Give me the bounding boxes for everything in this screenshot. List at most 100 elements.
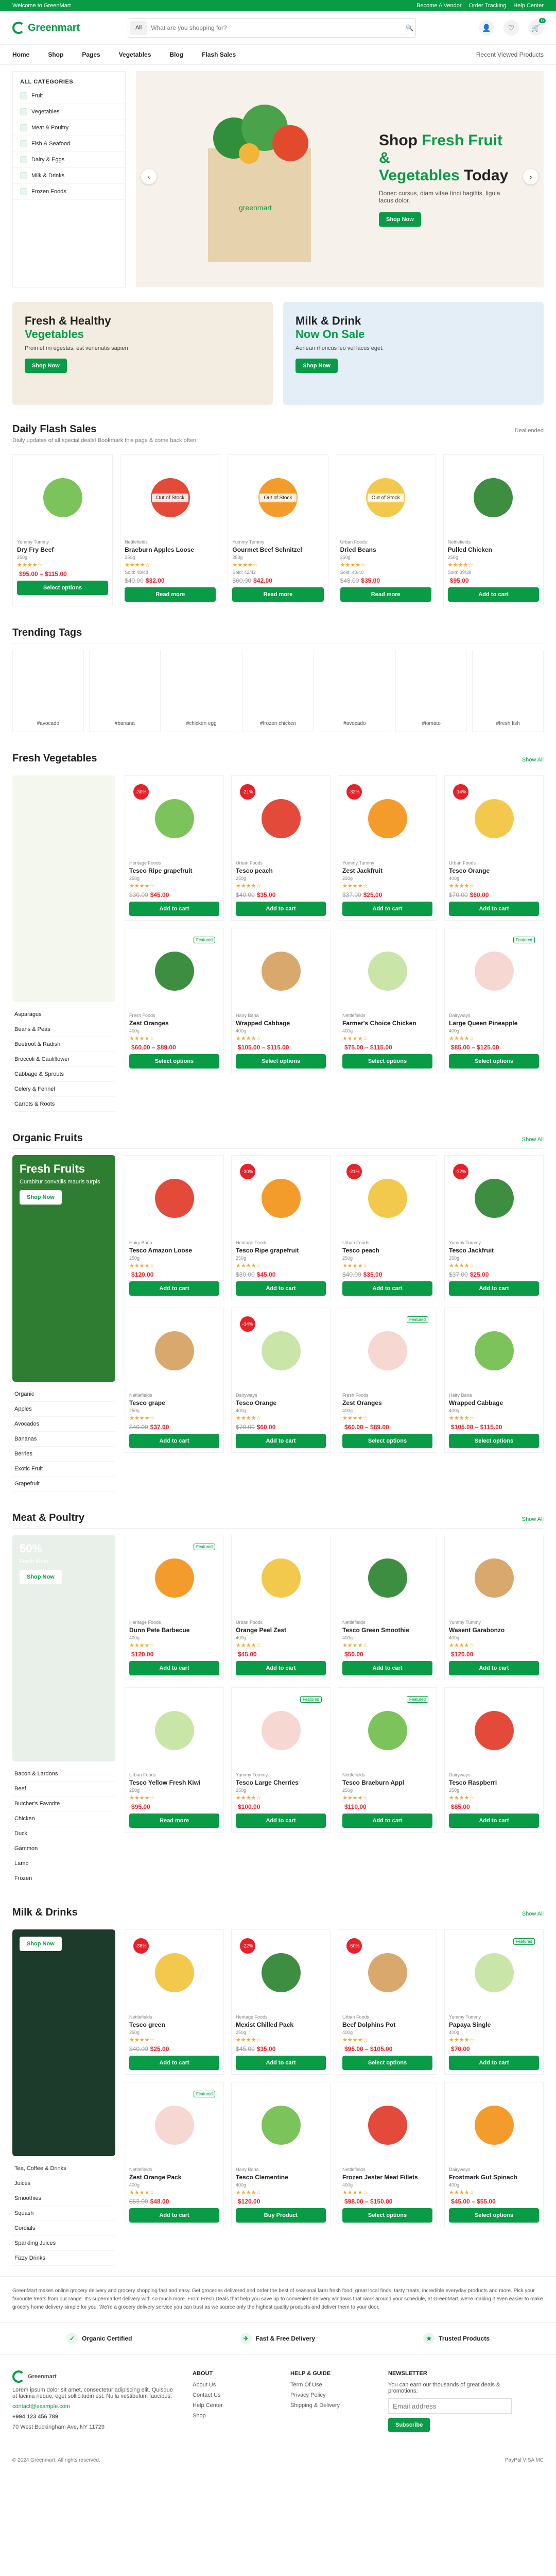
product-name[interactable]: Frozen Jester Meat Fillets: [342, 2174, 432, 2181]
subcategory-item[interactable]: Smoothies: [12, 2191, 115, 2206]
search-icon[interactable]: 🔍: [406, 24, 413, 31]
product-image[interactable]: -14%: [449, 780, 539, 857]
category-item[interactable]: Frozen Foods: [13, 184, 125, 200]
product-image[interactable]: [129, 1160, 219, 1237]
product-card[interactable]: Nettlefields Frozen Jester Meat Fillets 40…: [338, 2082, 437, 2227]
nav-shop[interactable]: Shop: [48, 51, 63, 58]
product-name[interactable]: Tesco Braeburn Appl: [342, 1779, 432, 1786]
product-card[interactable]: Urban Foods Orange Peel Zest 400g ★★★★☆ $45.…: [231, 1535, 331, 1680]
subcategory-item[interactable]: Gammon: [12, 1841, 115, 1856]
product-name[interactable]: Orange Peel Zest: [236, 1626, 326, 1634]
product-image[interactable]: [342, 1539, 432, 1617]
subcategory-item[interactable]: Asparagus: [12, 1007, 115, 1022]
add-to-cart-button[interactable]: Select options: [236, 1054, 326, 1069]
banner-shop-button[interactable]: Shop Now: [25, 359, 67, 373]
product-image[interactable]: Featured: [449, 933, 539, 1010]
product-image[interactable]: [449, 2087, 539, 2164]
subcategory-item[interactable]: Sparkling Juices: [12, 2236, 115, 2251]
subcategory-item[interactable]: Lamb: [12, 1856, 115, 1871]
product-card[interactable]: Hairy Bana Wrapped Cabbage 400g ★★★★☆ $105.0…: [231, 928, 331, 1073]
show-all-link[interactable]: Show All: [522, 757, 544, 763]
product-name[interactable]: Tesco Green Smoothie: [342, 1626, 432, 1634]
product-name[interactable]: Tesco Jackfruit: [449, 1247, 539, 1254]
product-image[interactable]: [236, 2087, 326, 2164]
footer-link[interactable]: Term Of Use: [290, 2382, 373, 2388]
product-card[interactable]: Hairy Bana Wrapped Cabbage 400g ★★★★☆ $105.0…: [444, 1308, 544, 1453]
add-to-cart-button[interactable]: Read more: [125, 587, 216, 602]
nav-pages[interactable]: Pages: [82, 51, 100, 58]
add-to-cart-button[interactable]: Add to cart: [236, 1434, 326, 1448]
subcategory-item[interactable]: Broccoli & Cauliflower: [12, 1052, 115, 1067]
product-card[interactable]: Out of Stock Yummy Tummy Gourmet Beef Schn…: [228, 454, 328, 606]
add-to-cart-button[interactable]: Add to cart: [129, 1661, 219, 1675]
add-to-cart-button[interactable]: Add to cart: [129, 902, 219, 916]
add-to-cart-button[interactable]: Add to cart: [342, 1661, 432, 1675]
product-image[interactable]: Featured: [342, 1312, 432, 1389]
banner-shop-button[interactable]: Shop Now: [296, 359, 338, 373]
hero-shop-button[interactable]: Shop Now: [379, 212, 421, 227]
subcategory-item[interactable]: Beef: [12, 1782, 115, 1797]
product-name[interactable]: Tesco Yellow Fresh Kiwi: [129, 1779, 219, 1786]
product-card[interactable]: -30% Heritage Foods Tesco Ripe grapefruit 2…: [231, 1155, 331, 1300]
product-image[interactable]: Featured: [129, 933, 219, 1010]
product-card[interactable]: -22% Heritage Foods Mexist Chilled Pack 250…: [231, 1929, 331, 2075]
subcategory-item[interactable]: Chicken: [12, 1811, 115, 1826]
tag-card[interactable]: #tomato: [395, 650, 467, 732]
search-category-select[interactable]: All: [130, 21, 147, 35]
product-card[interactable]: Featured Fresh Foods Zest Oranges 400g ★★★★☆…: [125, 928, 224, 1073]
product-image[interactable]: -30%: [129, 780, 219, 857]
subcategory-item[interactable]: Carrots & Roots: [12, 1097, 115, 1112]
product-name[interactable]: Tesco green: [129, 2021, 219, 2028]
product-image[interactable]: Featured: [236, 1692, 326, 1769]
chevron-left-icon[interactable]: ‹: [141, 169, 157, 184]
add-to-cart-button[interactable]: Select options: [342, 1434, 432, 1448]
add-to-cart-button[interactable]: Select options: [449, 2208, 539, 2223]
product-name[interactable]: Pulled Chicken: [448, 546, 539, 553]
product-card[interactable]: Urban Foods Tesco Yellow Fresh Kiwi 250g ★★…: [125, 1687, 224, 1833]
category-item[interactable]: Dairy & Eggs: [13, 152, 125, 168]
add-to-cart-button[interactable]: Add to cart: [129, 2056, 219, 2070]
nav-home[interactable]: Home: [12, 51, 29, 58]
product-image[interactable]: -21%: [236, 780, 326, 857]
product-image[interactable]: -32%: [342, 780, 432, 857]
tag-card[interactable]: #chicken egg: [165, 650, 237, 732]
product-card[interactable]: Nettlefields Tesco grape 250g ★★★★☆ $40.00 $3…: [125, 1308, 224, 1453]
subcategory-item[interactable]: Frozen: [12, 1871, 115, 1886]
product-image[interactable]: Out of Stock: [340, 459, 431, 536]
product-image[interactable]: [342, 933, 432, 1010]
category-item[interactable]: Fruit: [13, 88, 125, 104]
promo-shop-button[interactable]: Shop Now: [20, 1570, 62, 1584]
product-image[interactable]: -14%: [236, 1312, 326, 1389]
nav-blog[interactable]: Blog: [169, 51, 183, 58]
product-name[interactable]: Large Queen Pineapple: [449, 1020, 539, 1027]
product-name[interactable]: Dry Fry Beef: [17, 546, 108, 553]
subcategory-item[interactable]: Berries: [12, 1447, 115, 1462]
tag-card[interactable]: #fresh fish: [472, 650, 544, 732]
product-name[interactable]: Dunn Pete Barbecue: [129, 1626, 219, 1634]
product-image[interactable]: [449, 1692, 539, 1769]
wishlist-icon[interactable]: ♡: [503, 20, 519, 36]
add-to-cart-button[interactable]: Buy Product: [236, 2208, 326, 2223]
promo-shop-button[interactable]: Shop Now: [20, 1937, 62, 1951]
subcategory-item[interactable]: Grapefruit: [12, 1477, 115, 1492]
show-all-link[interactable]: Show All: [522, 1911, 544, 1917]
subcategory-item[interactable]: Tea, Coffee & Drinks: [12, 2161, 115, 2176]
add-to-cart-button[interactable]: Add to cart: [449, 1661, 539, 1675]
tag-card[interactable]: #avocado: [12, 650, 84, 732]
product-name[interactable]: Farmer's Choice Chicken: [342, 1020, 432, 1027]
product-card[interactable]: -32% Yummy Tummy Zest Jackfruit 250g ★★★★☆ $3…: [338, 775, 437, 921]
product-card[interactable]: Featured Fresh Foods Zest Oranges 400g ★★★★☆…: [338, 1308, 437, 1453]
product-image[interactable]: [449, 1312, 539, 1389]
product-image[interactable]: [236, 933, 326, 1010]
category-item[interactable]: Meat & Poultry: [13, 120, 125, 136]
product-name[interactable]: Tesco Clementine: [236, 2174, 326, 2181]
section-promo[interactable]: Shop Now: [12, 1929, 115, 2156]
promo-shop-button[interactable]: Shop Now: [20, 1190, 62, 1205]
footer-link[interactable]: Shop: [193, 2413, 275, 2419]
product-card[interactable]: -21% Urban Foods Tesco peach 250g ★★★★☆ $40.0…: [338, 1155, 437, 1300]
product-name[interactable]: Zest Orange Pack: [129, 2174, 219, 2181]
subscribe-button[interactable]: Subscribe: [388, 2418, 430, 2432]
product-name[interactable]: Papaya Single: [449, 2021, 539, 2028]
add-to-cart-button[interactable]: Add to cart: [236, 1661, 326, 1675]
product-card[interactable]: -32% Yummy Tummy Tesco Jackfruit 250g ★★★★☆ $…: [444, 1155, 544, 1300]
